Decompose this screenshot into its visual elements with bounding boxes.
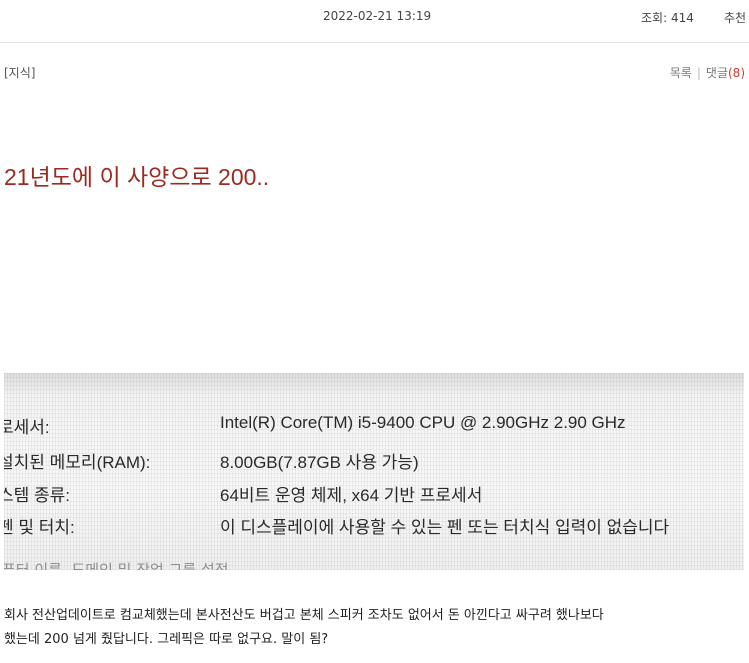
photo-processor-value: Intel(R) Core(TM) i5-9400 CPU @ 2.90GHz … bbox=[220, 413, 626, 432]
post-date: 2022-02-21 13:19 bbox=[323, 9, 432, 23]
photo-system-type-value: 64비트 운영 체제, x64 기반 프로세서 bbox=[220, 486, 483, 505]
post-meta-bar: 2022-02-21 13:19 조회: 414 추천 bbox=[0, 0, 749, 43]
photo-system-type-label: 스템 종류: bbox=[4, 486, 71, 505]
post-category: [지식] bbox=[4, 66, 36, 80]
body-line: 했는데 200 넘게 줬답니다. 그레픽은 따로 없구요. 말이 됨? bbox=[4, 632, 329, 647]
comments-link[interactable]: 댓글(8) bbox=[706, 66, 745, 80]
photo-pen-touch-label: 펜 및 터치: bbox=[4, 518, 75, 537]
divider: | bbox=[696, 66, 701, 80]
body-line: 회사 전산업데이트로 컴교체했는데 본사전산도 버겁고 본체 스피커 조차도 없… bbox=[4, 608, 604, 623]
photo-ram-value: 8.00GB(7.87GB 사용 가능) bbox=[220, 453, 419, 472]
comment-count: (8) bbox=[728, 66, 745, 80]
photo-ram-label: 설치된 메모리(RAM): bbox=[4, 453, 151, 472]
post-photo: 로세서: Intel(R) Core(TM) i5-9400 CPU @ 2.9… bbox=[4, 373, 744, 570]
post-actions: 목록 | 댓글(8) bbox=[670, 64, 745, 81]
comments-label: 댓글 bbox=[705, 66, 728, 80]
photo-cut-off-text: 퓨터 이름, 도메인 및 작업 그룹 설정 bbox=[4, 561, 229, 570]
list-link[interactable]: 목록 bbox=[670, 66, 692, 80]
view-count: 조회: 414 bbox=[641, 11, 694, 25]
photo-pen-touch-value: 이 디스플레이에 사용할 수 있는 펜 또는 터치식 입력이 없습니다 bbox=[220, 518, 670, 537]
post-title: 21년도에 이 사양으로 200.. bbox=[4, 164, 270, 190]
recommend-button[interactable]: 추천 bbox=[724, 9, 746, 26]
post-body: 회사 전산업데이트로 컴교체했는데 본사전산도 버겁고 본체 스피커 조차도 없… bbox=[4, 604, 749, 652]
photo-processor-label: 로세서: bbox=[4, 418, 50, 437]
